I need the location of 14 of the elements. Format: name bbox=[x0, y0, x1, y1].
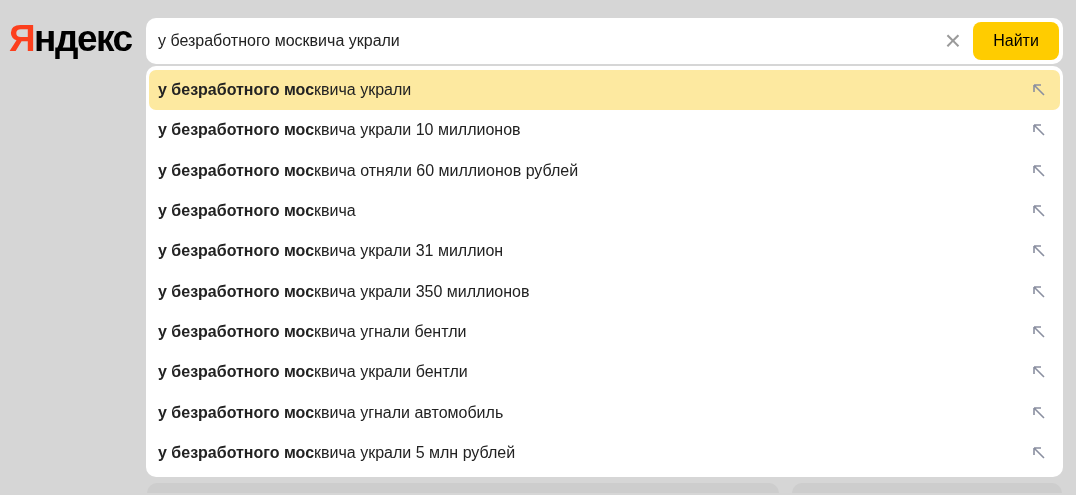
arrow-up-left-icon[interactable] bbox=[1032, 244, 1046, 259]
arrow-up-left-icon[interactable] bbox=[1032, 123, 1046, 138]
arrow-up-left-icon[interactable] bbox=[1032, 163, 1046, 178]
arrow-up-left-icon[interactable] bbox=[1032, 445, 1046, 460]
arrow-up-left-icon[interactable] bbox=[1032, 365, 1046, 380]
arrow-up-left-icon[interactable] bbox=[1032, 324, 1046, 339]
suggestion-item[interactable]: у безработного москвича украли bbox=[149, 70, 1060, 111]
search-field[interactable]: у безработного москвича украли × Найти bbox=[146, 18, 1063, 64]
search-button[interactable]: Найти bbox=[973, 22, 1059, 60]
logo[interactable]: Яндекс bbox=[9, 19, 134, 59]
arrow-up-left-icon[interactable] bbox=[1032, 405, 1046, 420]
arrow-up-left-icon[interactable] bbox=[1032, 204, 1046, 219]
arrow-up-left-icon[interactable] bbox=[1032, 284, 1046, 299]
arrow-up-left-icon[interactable] bbox=[1032, 83, 1046, 98]
